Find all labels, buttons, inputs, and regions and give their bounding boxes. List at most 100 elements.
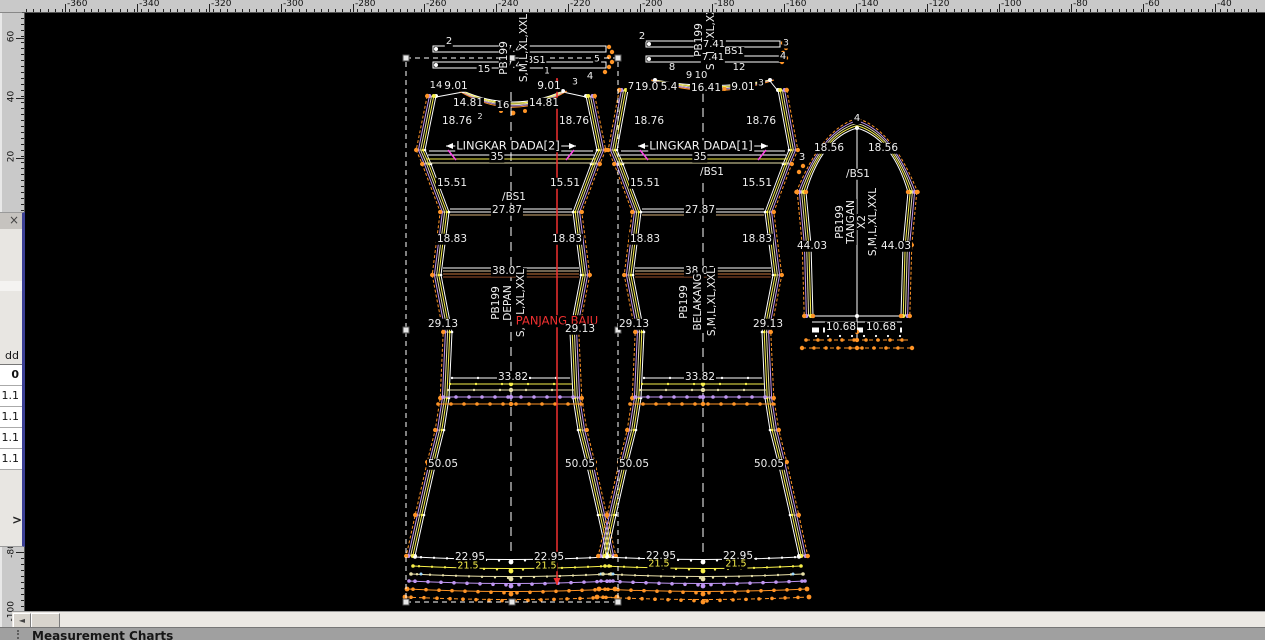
ruler-tick: [1143, 4, 1144, 12]
ruler-tick: [424, 4, 425, 12]
ruler-tick: [21, 186, 24, 187]
ruler-tick: [378, 9, 379, 12]
ruler-tick: [335, 9, 336, 12]
ruler-tick: [1071, 4, 1072, 12]
ruler-tick: [400, 9, 401, 12]
ruler-tick: [285, 9, 286, 12]
ruler-tick: [21, 162, 24, 163]
grading-cell[interactable]: 1.1: [0, 428, 22, 449]
ruler-label: -360: [67, 0, 87, 9]
ruler-tick: [21, 582, 24, 583]
ruler-tick: [702, 9, 703, 12]
ruler-tick: [999, 4, 1000, 12]
ruler-tick: [21, 54, 24, 55]
ruler-tick: [803, 9, 804, 12]
expand-panel-button[interactable]: >: [12, 513, 22, 527]
ruler-tick: [630, 9, 631, 12]
ruler-tick: [673, 9, 674, 12]
measurement-charts-title: Measurement Charts: [32, 629, 173, 640]
selection-handle[interactable]: [509, 55, 515, 61]
ruler-tick: [568, 4, 569, 12]
grading-cell[interactable]: 1.1: [0, 386, 22, 407]
ruler-tick: [1256, 9, 1257, 12]
ruler-tick: [644, 9, 645, 12]
ruler-tick: [774, 9, 775, 12]
selection-handle[interactable]: [403, 599, 409, 605]
ruler-tick: [712, 4, 713, 12]
ruler-tick: [903, 9, 904, 12]
drag-grip-icon[interactable]: [17, 630, 19, 639]
ruler-label: 40: [8, 88, 17, 106]
selection-handle[interactable]: [615, 599, 621, 605]
ruler-tick: [1097, 9, 1098, 12]
ruler-tick: [328, 9, 329, 12]
grading-cell[interactable]: 0: [0, 365, 22, 386]
ruler-tick: [21, 192, 24, 193]
ruler-tick: [429, 9, 430, 12]
ruler-tick: [1227, 9, 1228, 12]
ruler-tick: [846, 9, 847, 12]
horizontal-scrollbar[interactable]: ◄: [12, 611, 1265, 628]
ruler-tick: [21, 114, 24, 115]
ruler-tick: [21, 558, 24, 559]
ruler-tick: [371, 9, 372, 12]
ruler-tick: [21, 138, 24, 139]
selection-handle[interactable]: [403, 55, 409, 61]
ruler-tick: [688, 9, 689, 12]
ruler-tick: [752, 9, 753, 12]
ruler-tick: [127, 9, 128, 12]
ruler-tick: [1018, 9, 1019, 12]
ruler-tick: [26, 9, 27, 12]
pattern-canvas[interactable]: 2157.417.41BS1PB199S,M,L,XL,XXL149.019.0…: [0, 0, 1265, 640]
ruler-tick: [98, 9, 99, 12]
ruler-tick: [601, 9, 602, 12]
ruler-tick: [21, 576, 24, 577]
ruler-label: -60: [1145, 0, 1160, 9]
ruler-tick: [1155, 9, 1156, 12]
ruler-tick: [177, 9, 178, 12]
ruler-tick: [62, 9, 63, 12]
ruler-tick: [1011, 9, 1012, 12]
measurement-charts-bar[interactable]: Measurement Charts: [0, 627, 1265, 640]
ruler-label: -240: [498, 0, 518, 9]
close-icon[interactable]: ×: [9, 214, 19, 226]
ruler-tick: [1176, 9, 1177, 12]
ruler-tick: [1076, 9, 1077, 12]
ruler-tick: [21, 156, 24, 157]
front-piece[interactable]: [403, 45, 620, 605]
ruler-tick: [271, 9, 272, 12]
ruler-tick: [40, 9, 41, 12]
pattern-drawing[interactable]: [0, 0, 1265, 640]
ruler-label: -320: [211, 0, 231, 9]
ruler-tick: [33, 9, 34, 12]
ruler-tick: [839, 9, 840, 12]
selection-handle[interactable]: [509, 599, 515, 605]
selection-handle[interactable]: [615, 327, 621, 333]
sleeve-piece[interactable]: [794, 118, 920, 350]
ruler-tick: [1105, 9, 1106, 12]
ruler-tick: [493, 9, 494, 12]
ruler-tick: [16, 552, 24, 553]
back-piece[interactable]: [595, 41, 812, 605]
ruler-tick: [350, 9, 351, 12]
ruler-tick: [184, 9, 185, 12]
selection-handle[interactable]: [403, 327, 409, 333]
ruler-label: 60: [8, 28, 17, 46]
side-panel-titlebar[interactable]: ×: [0, 213, 22, 229]
ruler-tick: [21, 594, 24, 595]
ruler-tick: [795, 9, 796, 12]
ruler-tick: [659, 9, 660, 12]
ruler-tick: [1004, 9, 1005, 12]
ruler-tick: [21, 132, 24, 133]
ruler-tick: [927, 4, 928, 12]
grading-cell[interactable]: 1.1: [0, 407, 22, 428]
ruler-tick: [386, 9, 387, 12]
ruler-tick: [21, 606, 24, 607]
ruler-tick: [522, 9, 523, 12]
ruler-tick: [21, 180, 24, 181]
selection-handle[interactable]: [615, 55, 621, 61]
grading-cell[interactable]: 1.1: [0, 449, 22, 470]
selection-box[interactable]: [403, 55, 621, 605]
ruler-tick: [450, 9, 451, 12]
ruler-tick: [84, 9, 85, 12]
